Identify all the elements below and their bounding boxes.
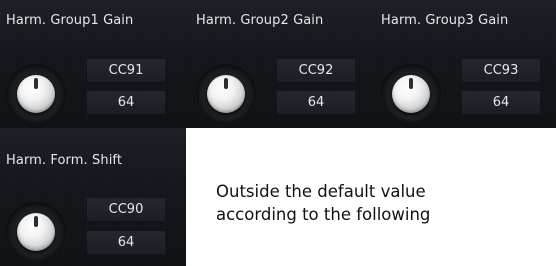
control-tile-harm-form-shift: Harm. Form. Shift CC90 64 — [6, 146, 186, 266]
knob-well — [381, 64, 441, 124]
value-display[interactable]: 64 — [86, 91, 166, 115]
form-shift-knob[interactable] — [17, 213, 55, 251]
control-title: Harm. Form. Shift — [6, 153, 123, 168]
control-title: Harm. Group2 Gain — [196, 13, 324, 28]
value-display[interactable]: 64 — [461, 91, 541, 115]
control-tile-harm-group3-gain: Harm. Group3 Gain CC93 64 — [381, 6, 556, 126]
document-line-2: according to the following — [216, 205, 431, 224]
knob-well — [6, 202, 66, 262]
cc-label[interactable]: CC90 — [86, 198, 166, 222]
gain-knob[interactable] — [207, 75, 245, 113]
knob-indicator — [409, 78, 413, 89]
knob-indicator — [34, 78, 38, 89]
gain-knob[interactable] — [392, 75, 430, 113]
cc-label[interactable]: CC92 — [276, 59, 356, 83]
control-tile-harm-group2-gain: Harm. Group2 Gain CC92 64 — [196, 6, 376, 126]
value-display[interactable]: 64 — [276, 91, 356, 115]
knob-indicator — [34, 216, 38, 227]
knob-well — [196, 64, 256, 124]
value-display[interactable]: 64 — [86, 231, 166, 255]
gain-knob[interactable] — [17, 75, 55, 113]
knob-well — [6, 64, 66, 124]
document-paragraph: Outside the default value according to t… — [216, 180, 430, 226]
control-tile-harm-group1-gain: Harm. Group1 Gain CC91 64 — [6, 6, 186, 126]
control-title: Harm. Group3 Gain — [381, 13, 509, 28]
cc-label[interactable]: CC93 — [461, 59, 541, 83]
document-line-1: Outside the default value — [216, 182, 426, 201]
cc-label[interactable]: CC91 — [86, 59, 166, 83]
knob-indicator — [224, 78, 228, 89]
control-title: Harm. Group1 Gain — [6, 13, 134, 28]
